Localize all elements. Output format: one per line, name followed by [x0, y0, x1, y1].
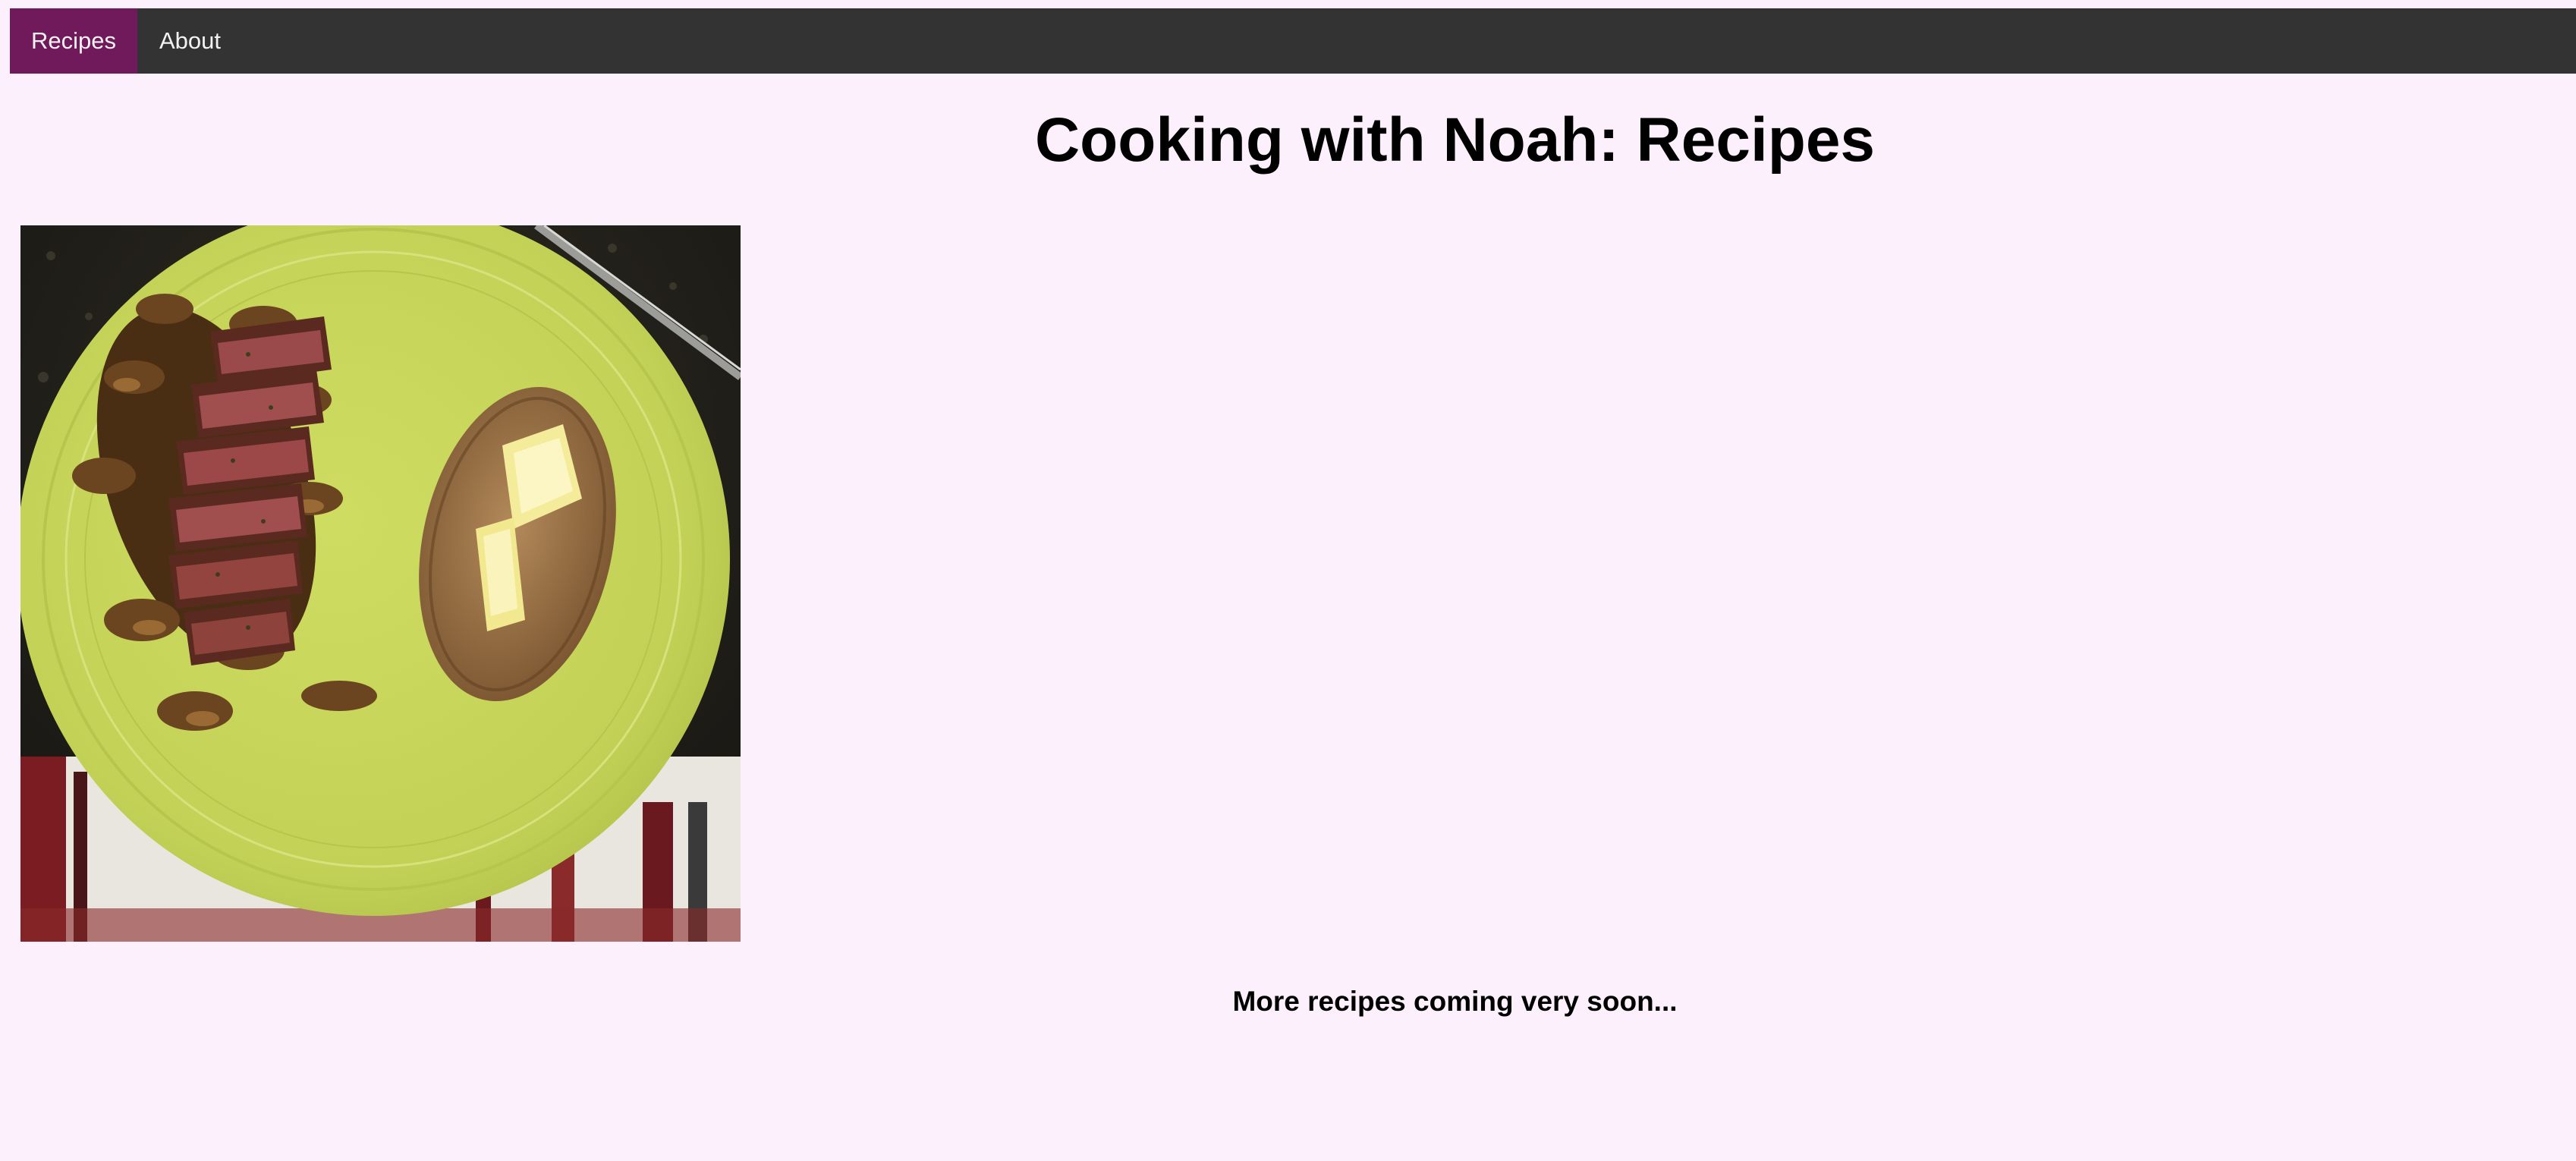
recipe-photo-steak[interactable]: [20, 225, 741, 942]
steak-dinner-image: [20, 225, 741, 942]
top-navbar: Recipes About: [10, 8, 2576, 74]
nav-link-about[interactable]: About: [137, 8, 243, 74]
coming-soon-note: More recipes coming very soon...: [1232, 986, 1678, 1017]
page-title: Cooking with Noah: Recipes: [1034, 105, 1876, 175]
nav-link-recipes[interactable]: Recipes: [10, 8, 137, 74]
